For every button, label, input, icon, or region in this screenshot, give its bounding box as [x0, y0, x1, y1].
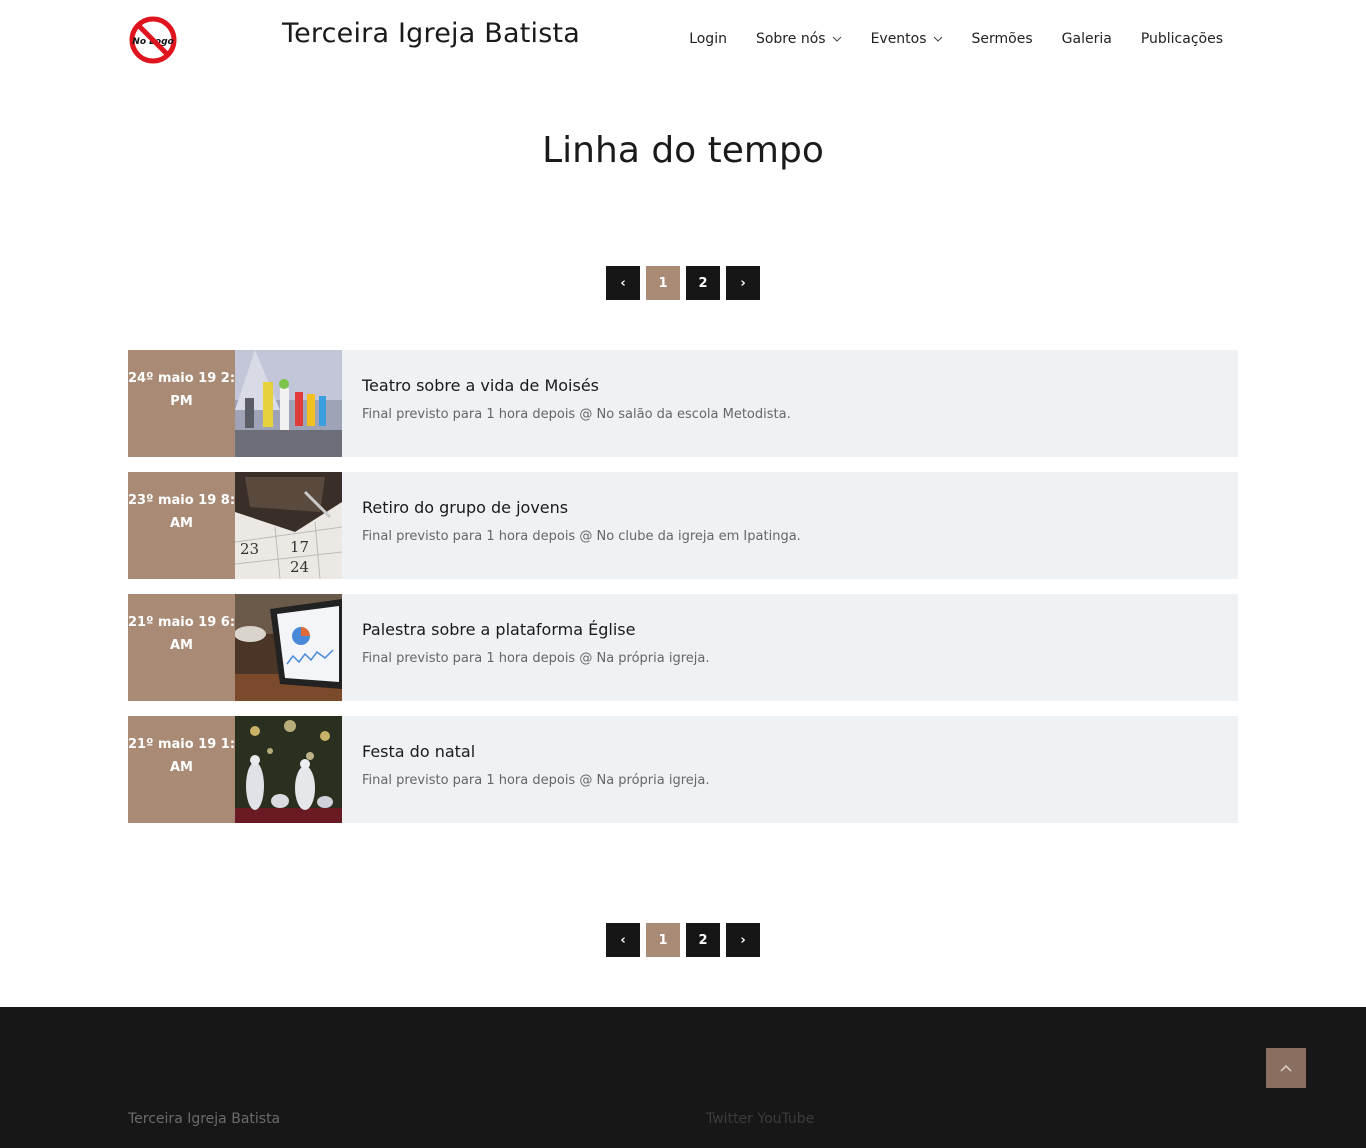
event-date: 23º maio 19 8:01 AM	[128, 472, 235, 579]
timeline-event[interactable]: 23º maio 19 8:01 AM 23 17 24 Retiro do g…	[128, 472, 1238, 579]
svg-text:17: 17	[290, 538, 309, 556]
pagination-next-button[interactable]: ›	[726, 923, 760, 957]
event-description: Final previsto para 1 hora depois @ No s…	[362, 407, 791, 422]
pagination-prev-button[interactable]: ‹	[606, 923, 640, 957]
nav-sermoes-label: Sermões	[971, 31, 1033, 47]
event-body: Teatro sobre a vida de Moisés Final prev…	[342, 350, 791, 457]
svg-text:24: 24	[290, 558, 309, 576]
nav-eventos-label: Eventos	[870, 31, 927, 47]
pagination-next-button[interactable]: ›	[726, 266, 760, 300]
event-title[interactable]: Teatro sobre a vida de Moisés	[362, 376, 791, 395]
nav-login[interactable]: Login	[689, 31, 727, 47]
nav-publicacoes-label: Publicações	[1140, 31, 1223, 47]
timeline-event[interactable]: 24º maio 19 2:01 PM Teatro sobre a vida …	[128, 350, 1238, 457]
nav-sobre-nos[interactable]: Sobre nós	[756, 31, 842, 47]
event-image[interactable]	[235, 594, 342, 701]
footer-site-name: Terceira Igreja Batista	[128, 1111, 281, 1127]
nav-sobre-nos-label: Sobre nós	[755, 31, 826, 47]
event-body: Palestra sobre a plataforma Église Final…	[342, 594, 710, 701]
pagination-page-1[interactable]: 1	[646, 923, 680, 957]
pagination-top: ‹ 1 2 ›	[606, 266, 760, 300]
pagination-prev-button[interactable]: ‹	[606, 266, 640, 300]
event-image[interactable]	[235, 716, 342, 823]
nav-galeria-label: Galeria	[1061, 31, 1112, 47]
event-date-line2: AM	[170, 516, 193, 531]
event-description: Final previsto para 1 hora depois @ No c…	[362, 529, 801, 544]
event-body: Festa do natal Final previsto para 1 hor…	[342, 716, 710, 823]
event-date: 24º maio 19 2:01 PM	[128, 350, 235, 457]
event-date-line2: PM	[170, 394, 193, 409]
event-date-line1: 23º maio 19 8:01	[128, 493, 235, 508]
logo[interactable]: No Logo	[128, 15, 178, 65]
event-title[interactable]: Retiro do grupo de jovens	[362, 498, 801, 517]
pagination-bottom: ‹ 1 2 ›	[606, 923, 760, 957]
nav-sermoes[interactable]: Sermões	[972, 31, 1033, 47]
nav-eventos[interactable]: Eventos	[871, 31, 943, 47]
pagination-page-1[interactable]: 1	[646, 266, 680, 300]
event-date-line2: AM	[170, 638, 193, 653]
main-nav: Login Sobre nós Eventos Sermões Galeria …	[660, 31, 1223, 47]
scroll-to-top-button[interactable]	[1266, 1048, 1306, 1088]
event-date-line1: 21º maio 19 1:01	[128, 737, 235, 752]
nav-galeria[interactable]: Galeria	[1062, 31, 1112, 47]
event-date: 21º maio 19 6:01 AM	[128, 594, 235, 701]
nav-login-label: Login	[689, 31, 727, 47]
chevron-up-icon	[1280, 1064, 1292, 1072]
site-title[interactable]: Terceira Igreja Batista	[282, 18, 580, 49]
event-date: 21º maio 19 1:01 AM	[128, 716, 235, 823]
site-header: No Logo Terceira Igreja Batista Login So…	[0, 0, 1366, 80]
event-image[interactable]	[235, 350, 342, 457]
svg-text:23: 23	[240, 540, 259, 558]
timeline-list: 24º maio 19 2:01 PM Teatro sobre a vida …	[128, 350, 1238, 838]
timeline-event[interactable]: 21º maio 19 1:01 AM Festa do natal	[128, 716, 1238, 823]
chevron-down-icon	[832, 36, 841, 42]
event-title[interactable]: Palestra sobre a plataforma Église	[362, 620, 710, 639]
footer-social-links[interactable]: Twitter YouTube	[706, 1111, 814, 1127]
event-description: Final previsto para 1 hora depois @ Na p…	[362, 651, 710, 666]
event-image[interactable]: 23 17 24	[235, 472, 342, 579]
site-footer: Terceira Igreja Batista Twitter YouTube	[0, 1007, 1366, 1148]
event-title[interactable]: Festa do natal	[362, 742, 710, 761]
event-date-line1: 21º maio 19 6:01	[128, 615, 235, 630]
pagination-page-2[interactable]: 2	[686, 266, 720, 300]
timeline-event[interactable]: 21º maio 19 6:01 AM Palestra sobre a pla…	[128, 594, 1238, 701]
nav-publicacoes[interactable]: Publicações	[1141, 31, 1223, 47]
event-body: Retiro do grupo de jovens Final previsto…	[342, 472, 801, 579]
page-title: Linha do tempo	[542, 130, 824, 171]
event-date-line1: 24º maio 19 2:01	[128, 371, 235, 386]
pagination-page-2[interactable]: 2	[686, 923, 720, 957]
chevron-down-icon	[933, 36, 942, 42]
event-description: Final previsto para 1 hora depois @ Na p…	[362, 773, 710, 788]
event-date-line2: AM	[170, 760, 193, 775]
